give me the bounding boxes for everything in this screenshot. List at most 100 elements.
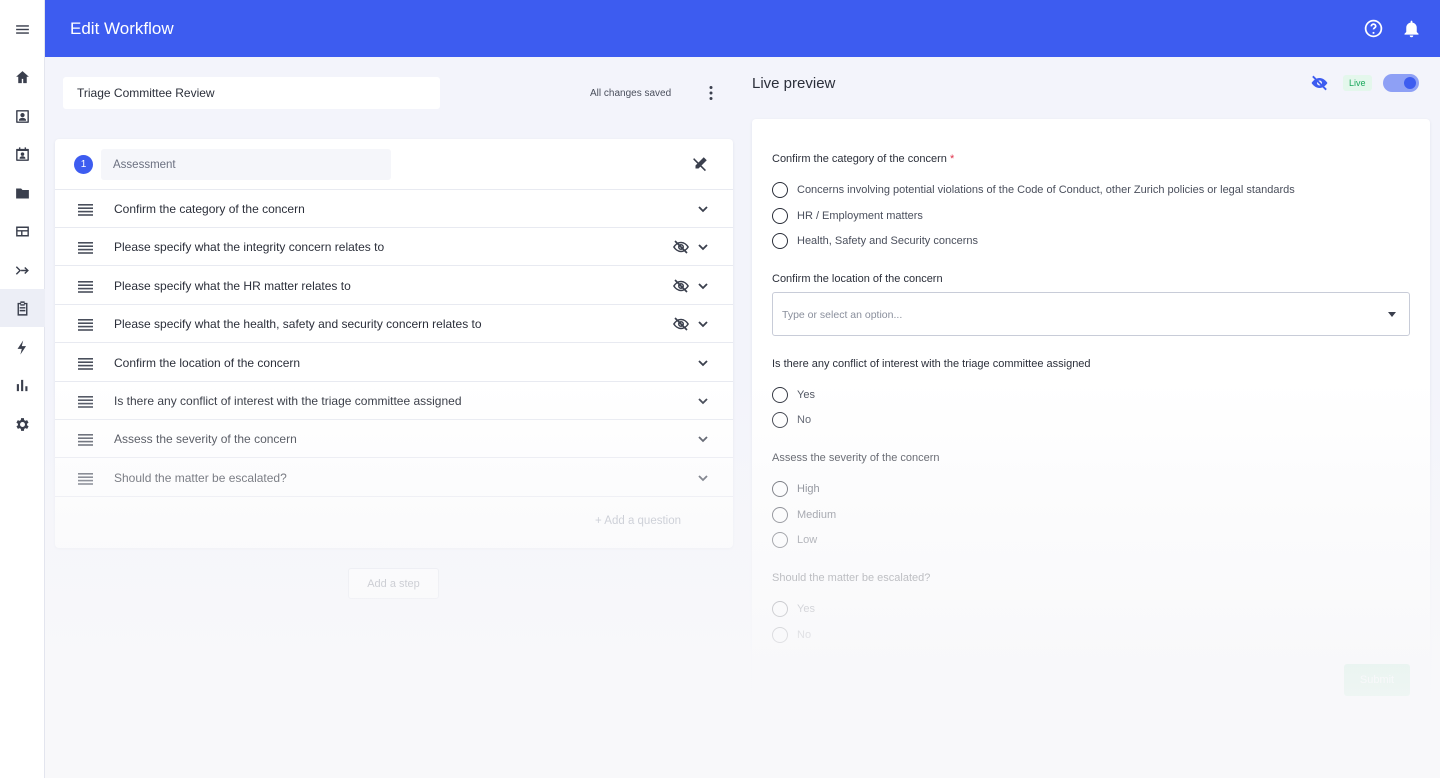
radio-label: Concerns involving potential violations … — [797, 184, 1295, 196]
step-number-badge: 1 — [74, 155, 93, 174]
home-icon[interactable] — [0, 58, 45, 96]
question-conflict: Is there any conflict of interest with t… — [772, 358, 1091, 370]
live-toggle[interactable] — [1383, 74, 1419, 92]
chevron-down-icon[interactable] — [696, 356, 710, 370]
select-placeholder: Type or select an option... — [782, 309, 903, 321]
menu-icon[interactable] — [0, 10, 45, 48]
radio-option[interactable]: Health, Safety and Security concerns — [772, 233, 978, 249]
radio-circle — [772, 412, 788, 428]
question-row[interactable]: Please specify what the health, safety a… — [55, 305, 733, 344]
question-row[interactable]: Is there any conflict of interest with t… — [55, 382, 733, 420]
question-label: Is there any conflict of interest with t… — [114, 394, 462, 408]
preview-title: Live preview — [752, 75, 836, 92]
radio-circle — [772, 601, 788, 617]
step-header: 1 — [55, 139, 733, 190]
radio-label: Medium — [797, 509, 837, 521]
eye-off-icon[interactable] — [1309, 73, 1330, 93]
chevron-down-icon[interactable] — [696, 240, 710, 254]
drag-handle-icon[interactable] — [78, 203, 93, 216]
radio-label: Low — [797, 534, 818, 546]
radio-circle — [772, 481, 788, 497]
bar-chart-icon[interactable] — [0, 366, 45, 404]
eye-off-icon[interactable] — [671, 315, 691, 333]
chevron-down-icon[interactable] — [696, 279, 710, 293]
radio-label: Health, Safety and Security concerns — [797, 235, 978, 247]
drag-handle-icon[interactable] — [78, 357, 93, 370]
question-row[interactable]: Confirm the location of the concern — [55, 344, 733, 382]
help-circle-icon[interactable] — [1363, 18, 1384, 39]
location-select[interactable]: Type or select an option... — [772, 292, 1410, 336]
question-row[interactable]: Should the matter be escalated? — [55, 459, 733, 497]
drag-handle-icon[interactable] — [78, 433, 93, 447]
drag-handle-icon[interactable] — [78, 280, 93, 293]
step-card: 1 Confirm the category of the concern Ple… — [55, 139, 733, 548]
merge-arrow-icon[interactable] — [0, 251, 45, 289]
eye-off-icon[interactable] — [671, 238, 691, 256]
question-row[interactable]: Please specify what the HR matter relate… — [55, 267, 733, 305]
workflow-name-input[interactable] — [63, 77, 440, 109]
radio-circle — [772, 208, 788, 224]
radio-label: No — [797, 629, 812, 641]
radio-option[interactable]: Low — [772, 532, 817, 548]
radio-option[interactable]: No — [772, 627, 811, 643]
question-row[interactable]: Please specify what the integrity concer… — [55, 228, 733, 267]
radio-circle — [772, 627, 788, 643]
drag-handle-icon[interactable] — [78, 241, 93, 255]
chevron-down-icon[interactable] — [696, 471, 710, 485]
page-title: Edit Workflow — [70, 18, 174, 38]
question-label: Confirm the category of the concern — [114, 202, 305, 216]
question-label: Confirm the location of the concern — [114, 355, 301, 370]
radio-circle — [772, 532, 788, 548]
plus-icon: + — [595, 515, 605, 527]
more-options-icon[interactable] — [703, 84, 719, 102]
question-row[interactable]: Assess the severity of the concern — [55, 420, 733, 459]
folder-icon[interactable] — [0, 174, 45, 212]
design-tools-icon[interactable] — [691, 155, 709, 173]
question-label: Please specify what the HR matter relate… — [114, 278, 351, 293]
submit-button[interactable]: Submit — [1344, 664, 1410, 696]
question-row[interactable]: Confirm the category of the concern — [55, 190, 733, 228]
radio-label: HR / Employment matters — [797, 210, 923, 222]
question-label: Assess the severity of the concern — [114, 432, 297, 447]
radio-option[interactable]: Yes — [772, 601, 815, 617]
required-mark: * — [949, 153, 955, 165]
chevron-down-icon[interactable] — [696, 202, 710, 216]
radio-circle — [772, 507, 788, 523]
radio-option[interactable]: Yes — [772, 387, 815, 403]
step-name-input[interactable] — [101, 149, 391, 180]
table-icon[interactable] — [0, 212, 45, 250]
bell-icon[interactable] — [1401, 18, 1422, 39]
drag-handle-icon[interactable] — [78, 395, 93, 408]
lightning-icon[interactable] — [0, 328, 45, 366]
sidebar — [0, 0, 45, 778]
radio-label: High — [797, 483, 820, 495]
radio-option[interactable]: Medium — [772, 507, 836, 523]
settings-gear-icon[interactable] — [0, 405, 45, 443]
add-step-button[interactable]: Add a step — [348, 568, 439, 599]
drag-handle-icon[interactable] — [78, 472, 93, 485]
radio-label: No — [797, 414, 812, 426]
radio-circle — [772, 182, 788, 198]
drag-handle-icon[interactable] — [78, 318, 93, 331]
clipboard-icon[interactable] — [0, 289, 45, 327]
radio-option[interactable]: HR / Employment matters — [772, 208, 923, 224]
radio-circle — [772, 387, 788, 403]
top-bar: Edit Workflow — [45, 0, 1440, 57]
question-label: Please specify what the health, safety a… — [114, 317, 482, 332]
radio-option[interactable]: High — [772, 481, 820, 497]
add-question-button[interactable]: + Add a question — [595, 515, 681, 527]
question-severity: Assess the severity of the concern — [772, 452, 940, 464]
contact-card-icon[interactable] — [0, 97, 45, 135]
eye-off-icon[interactable] — [671, 277, 691, 295]
chevron-down-icon[interactable] — [696, 432, 710, 446]
radio-option[interactable]: Concerns involving potential violations … — [772, 182, 1295, 198]
radio-circle — [772, 233, 788, 249]
question-escalation: Should the matter be escalated? — [772, 572, 931, 584]
chevron-down-icon[interactable] — [696, 394, 710, 408]
chevron-down-icon[interactable] — [696, 317, 710, 331]
radio-option[interactable]: No — [772, 412, 811, 428]
question-location: Confirm the location of the concern — [772, 273, 943, 285]
question-category-label: Confirm the category of the concern — [772, 153, 947, 165]
question-category: Confirm the category of the concern * — [772, 153, 954, 165]
calendar-person-icon[interactable] — [0, 135, 45, 173]
